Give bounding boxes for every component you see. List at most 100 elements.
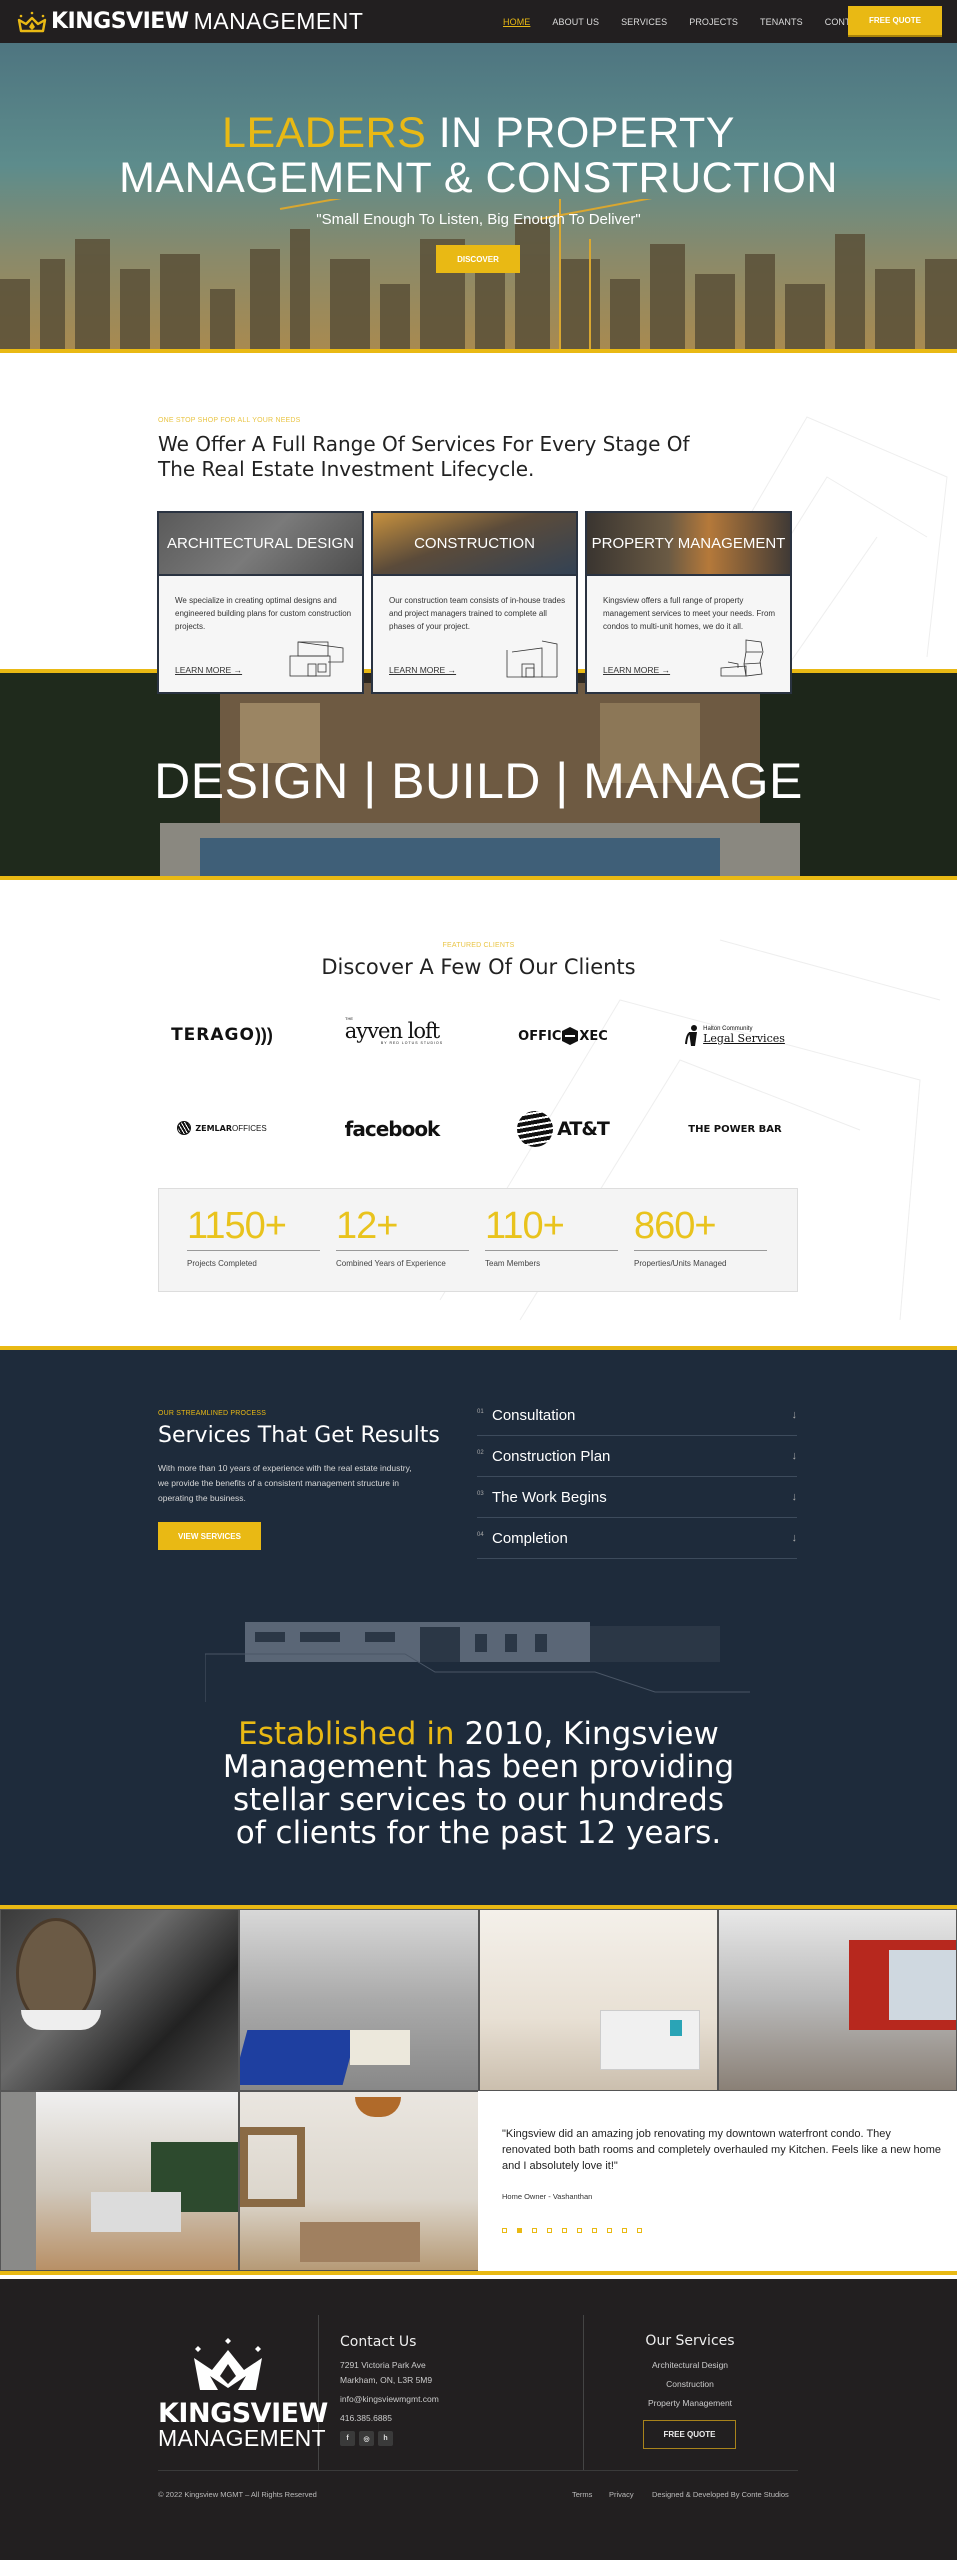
stat-label: Properties/Units Managed [634, 1259, 727, 1268]
discover-button[interactable]: DISCOVER [436, 245, 520, 273]
stat-value: 860+ [634, 1205, 717, 1247]
nav-about[interactable]: ABOUT US [552, 17, 599, 27]
contact-title: Contact Us [340, 2334, 417, 2350]
footer [0, 2279, 957, 2560]
email-link[interactable]: info@kingsviewmgmt.com [340, 2394, 439, 2404]
footer-brand-light: MANAGEMENT [158, 2425, 326, 2451]
slider-dot[interactable] [532, 2228, 537, 2233]
slider-dot[interactable] [517, 2228, 522, 2233]
instagram-icon[interactable]: ◎ [359, 2431, 374, 2446]
client-logo-officexec: OFFIC XEC [488, 1021, 638, 1051]
slider-dot[interactable] [607, 2228, 612, 2233]
building-frame-sketch-icon [506, 640, 558, 678]
terms-link[interactable]: Terms [572, 2490, 592, 2499]
logo-text: ZEMLAR [195, 1123, 232, 1133]
accordion-work-begins[interactable]: 03 The Work Begins ↓ [477, 1477, 797, 1518]
established-highlight: Established in [238, 1716, 455, 1752]
service-card-property-management[interactable]: PROPERTY MANAGEMENT Kingsview offers a f… [585, 511, 792, 694]
stat-label: Team Members [485, 1259, 541, 1268]
card-text: Our construction team consists of in-hou… [389, 596, 566, 631]
slider-dot[interactable] [547, 2228, 552, 2233]
service-card-architectural[interactable]: ARCHITECTURAL DESIGN We specialize in cr… [157, 511, 364, 694]
logo-text: XEC [579, 1028, 608, 1044]
att-globe-icon [517, 1111, 554, 1147]
footer-free-quote-button[interactable]: FREE QUOTE [643, 2420, 736, 2449]
stat-value: 12+ [336, 1205, 398, 1247]
logo-text: OFFICES [232, 1123, 267, 1133]
hero-title-line1: IN PROPERTY [426, 109, 735, 157]
main-menu: HOME ABOUT US SERVICES PROJECTS TENANTS … [503, 0, 890, 43]
slider-dot[interactable] [562, 2228, 567, 2233]
address-line-1: 7291 Victoria Park Ave [340, 2360, 426, 2370]
footer-service-property[interactable]: Property Management [600, 2398, 780, 2408]
service-card-construction[interactable]: CONSTRUCTION Our construction team consi… [371, 511, 578, 694]
hero-title-highlight: LEADERS [222, 109, 427, 157]
tower-sketch-icon [720, 639, 764, 677]
nav-tenants[interactable]: TENANTS [760, 17, 803, 27]
gallery-image-playroom[interactable] [239, 1909, 479, 2091]
gallery-image-office[interactable] [718, 1909, 957, 2091]
logo-text: TERAGO [171, 1025, 255, 1045]
privacy-link[interactable]: Privacy [609, 2490, 634, 2499]
view-services-button[interactable]: VIEW SERVICES [158, 1522, 261, 1550]
nav-projects[interactable]: PROJECTS [689, 17, 738, 27]
client-logo-terago: TERAGO))) [147, 1020, 297, 1050]
slider-dot[interactable] [637, 2228, 642, 2233]
gallery-image-living-room[interactable] [479, 1909, 718, 2091]
address-line-2: Markham, ON, L3R 5M9 [340, 2375, 433, 2385]
step-label: Construction Plan [492, 1447, 611, 1465]
logo-text: OFFIC [518, 1028, 562, 1044]
footer-service-architectural[interactable]: Architectural Design [600, 2360, 780, 2370]
crown-icon [17, 11, 47, 32]
stat-label: Projects Completed [187, 1259, 257, 1268]
slider-pagination [502, 2228, 652, 2233]
learn-more-link[interactable]: LEARN MORE → [603, 665, 670, 675]
stat-properties: 860+ Properties/Units Managed [634, 1206, 767, 1268]
building-elevation-drawing [205, 1622, 750, 1702]
gallery-image-open-living[interactable] [0, 2091, 239, 2271]
property-card-image: PROPERTY MANAGEMENT [587, 513, 790, 576]
process-eyebrow: OUR STREAMLINED PROCESS [158, 1410, 267, 1417]
process-title: Services That Get Results [158, 1423, 440, 1448]
learn-more-link[interactable]: LEARN MORE → [175, 665, 242, 675]
free-quote-button[interactable]: FREE QUOTE [848, 6, 942, 35]
arrow-down-icon: ↓ [791, 1450, 798, 1462]
step-number: 03 [477, 1491, 484, 1497]
logo-text: THE POWER BAR [688, 1123, 782, 1135]
card-title: CONSTRUCTION [414, 535, 535, 552]
divider [187, 1250, 320, 1251]
architectural-card-image: ARCHITECTURAL DESIGN [159, 513, 362, 576]
logo-text: AT&T [557, 1118, 610, 1140]
slider-dot[interactable] [592, 2228, 597, 2233]
services-title: We Offer A Full Range Of Services For Ev… [158, 432, 690, 481]
brand-logo[interactable]: KINGSVIEW MANAGEMENT [17, 0, 363, 43]
card-title: ARCHITECTURAL DESIGN [167, 535, 354, 552]
logo-text: Legal Services [703, 1031, 785, 1045]
hero-title: LEADERS IN PROPERTY MANAGEMENT & CONSTRU… [0, 111, 957, 201]
step-number: 01 [477, 1409, 484, 1415]
services-eyebrow: ONE STOP SHOP FOR ALL YOUR NEEDS [158, 417, 301, 424]
gallery-image-bathroom[interactable] [0, 1909, 239, 2091]
houzz-icon[interactable]: h [378, 2431, 393, 2446]
accordion-completion[interactable]: 04 Completion ↓ [477, 1518, 797, 1559]
phone-link[interactable]: 416.385.6885 [340, 2413, 392, 2423]
facebook-icon[interactable]: f [340, 2431, 355, 2446]
nav-services[interactable]: SERVICES [621, 17, 667, 27]
footer-service-construction[interactable]: Construction [600, 2379, 780, 2389]
gallery-image-dining[interactable] [239, 2091, 479, 2271]
nav-home[interactable]: HOME [503, 17, 530, 27]
copyright: © 2022 Kingsview MGMT – All Rights Reser… [158, 2490, 317, 2499]
accordion-construction-plan[interactable]: 02 Construction Plan ↓ [477, 1436, 797, 1477]
accordion-consultation[interactable]: 01 Consultation ↓ [477, 1395, 797, 1436]
credits-link[interactable]: Designed & Developed By Conte Studios [652, 2490, 789, 2499]
house-sketch-icon [289, 641, 344, 677]
slider-dot[interactable] [577, 2228, 582, 2233]
client-logo-att: AT&T [488, 1110, 638, 1148]
learn-more-link[interactable]: LEARN MORE → [389, 665, 456, 675]
logo-text: facebook [344, 1117, 441, 1141]
footer-logo[interactable]: KINGSVIEW MANAGEMENT [158, 2338, 328, 2451]
slider-dot[interactable] [502, 2228, 507, 2233]
divider [485, 1250, 618, 1251]
slider-dot[interactable] [622, 2228, 627, 2233]
step-number: 04 [477, 1532, 484, 1538]
